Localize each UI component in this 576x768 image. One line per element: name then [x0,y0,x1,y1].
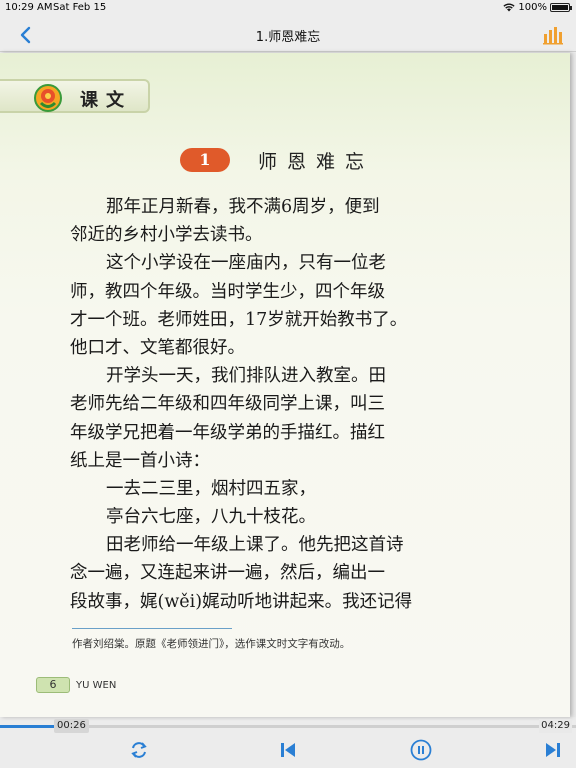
text-line: 他口才、文笔都很好。 [70,337,245,358]
total-time: 04:29 [539,719,572,733]
text-line: 这个小学设在一座庙内，只有一位老 [106,253,386,274]
status-right: 100% [503,2,572,13]
player-controls [0,733,576,768]
textbook-page[interactable]: 课文 1 师恩难忘 那年正月新春，我不满6周岁，便到邻近的乡村小学去读书。这个小… [0,53,570,717]
lesson-body: 那年正月新春，我不满6周岁，便到邻近的乡村小学去读书。这个小学设在一座庙内，只有… [70,193,510,616]
current-time: 00:26 [54,719,89,733]
lesson-title: 师恩难忘 [258,151,375,173]
nav-title: 1.师恩难忘 [255,30,321,45]
text-line: 一去二三里，烟村四五家， [106,478,316,499]
text-line: 田老师给一年级上课了。他先把这首诗 [106,535,404,556]
section-label: 课文 [80,90,132,111]
page-number: 6 [36,677,70,693]
footnote: 作者刘绍棠。原题《老师领进门》，选作课文时文字有改动。 [72,638,351,650]
skip-previous-icon[interactable] [277,739,299,761]
text-line: 年级学兄把着一年级学弟的手描红。描红 [70,422,385,443]
wifi-icon [503,3,516,12]
status-date: Sat Feb 15 [53,2,107,13]
audio-progress-fill [0,725,56,728]
lesson-number-badge: 1 [180,148,230,172]
page-container[interactable]: 课文 1 师恩难忘 那年正月新春，我不满6周岁，便到邻近的乡村小学去读书。这个小… [0,53,576,717]
status-bar: 10:29 AM Sat Feb 15 100% [0,0,576,18]
nav-bar: 1.师恩难忘 [0,18,576,52]
repeat-icon[interactable] [128,739,150,761]
bar-chart-icon[interactable] [542,24,564,46]
battery-percent: 100% [518,2,547,13]
section-tab: 课文 [0,79,150,113]
text-line: 开学头一天，我们排队进入教室。田 [106,366,386,387]
battery-fill [552,5,568,10]
pause-icon[interactable] [410,739,432,761]
text-line: 老师先给二年级和四年级同学上课，叫三 [70,394,385,415]
flower-icon [34,84,62,112]
text-line: 才一个班。老师姓田，17岁就开始教书了。 [70,309,408,330]
text-line: 师，教四个年级。当时学生少，四个年级 [70,281,385,302]
text-line: 那年正月新春，我不满6周岁，便到 [106,197,380,217]
text-line: 亭台六七座，八九十枝花。 [106,507,316,528]
footnote-divider [72,628,232,629]
skip-next-icon[interactable] [542,739,564,761]
battery-icon [550,3,572,12]
text-line: 邻近的乡村小学去读书。 [70,225,263,246]
status-time: 10:29 AM [5,2,53,13]
text-line: 纸上是一首小诗： [70,450,210,471]
text-line: 念一遍，又连起来讲一遍，然后，编出一 [70,563,385,584]
text-line: 段故事，娓(wěi)娓动听地讲起来。我还记得 [70,591,413,612]
page-brand: YU WEN [76,680,117,691]
